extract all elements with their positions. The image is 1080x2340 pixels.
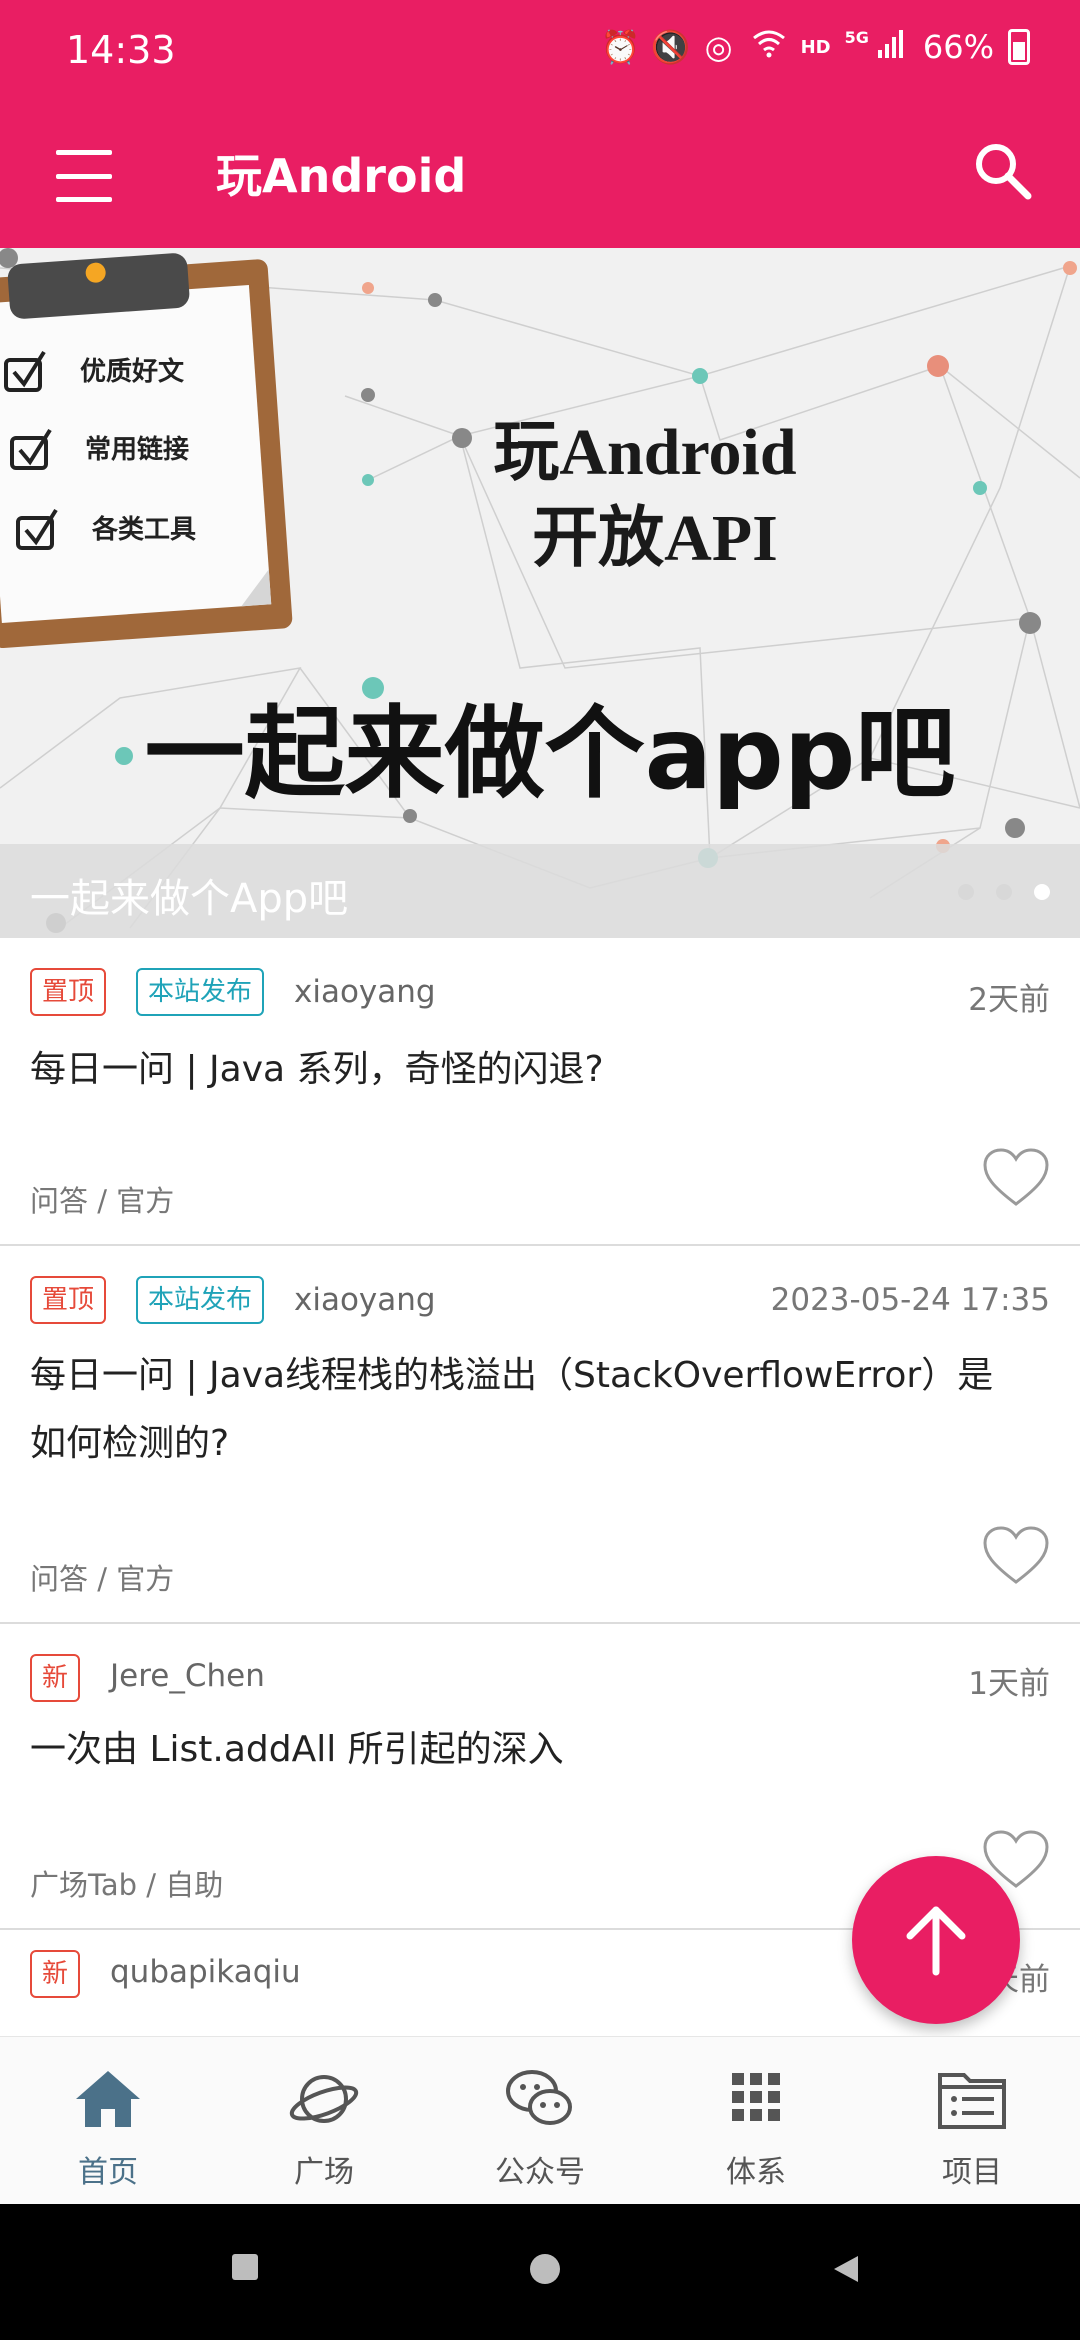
- article-category[interactable]: 问答 / 官方: [30, 1556, 174, 1598]
- folder-list-icon: [938, 2073, 1006, 2129]
- favorite-heart-icon[interactable]: [982, 1526, 1050, 1586]
- nav-label-home: 首页: [78, 2155, 138, 2190]
- alarm-icon: ⏰: [600, 28, 641, 66]
- bottom-navigation: 首页 广场 公众号 体系 项目: [0, 2036, 1080, 2204]
- nav-home[interactable]: 首页: [0, 2037, 216, 2204]
- banner-slogan: 一起来做个app吧: [145, 695, 956, 812]
- banner-image: 优质好文 常用链接 各类工具 玩Android 开放API 一起来做个app吧: [0, 248, 1080, 933]
- status-time: 14:33: [66, 28, 176, 72]
- article-title[interactable]: 每日一问 | Java线程栈的栈溢出（StackOverflowError）是如…: [30, 1342, 1010, 1478]
- search-icon[interactable]: [970, 138, 1034, 202]
- banner-dots: [958, 884, 1050, 900]
- nav-wechat[interactable]: 公众号: [432, 2037, 648, 2204]
- back-triangle-icon[interactable]: [832, 2254, 860, 2284]
- grid-icon: [732, 2073, 780, 2121]
- app-bar: 玩Android: [0, 104, 1080, 248]
- article-author[interactable]: qubapikaqiu: [110, 1954, 301, 1990]
- article-title[interactable]: 每日一问 | Java 系列，奇怪的闪退?: [30, 1036, 1010, 1104]
- nav-label-system: 体系: [726, 2155, 786, 2190]
- app-title: 玩Android: [216, 149, 467, 203]
- tag-site-published: 本站发布: [136, 968, 265, 1016]
- banner-dot-active[interactable]: [1034, 884, 1050, 900]
- status-icons: ⏰ 🔇 ◎ HD 5G 66%: [601, 28, 1030, 66]
- tag-top: 置顶: [30, 1276, 107, 1324]
- nav-project[interactable]: 项目: [864, 2037, 1080, 2204]
- nav-label-wechat: 公众号: [495, 2155, 585, 2190]
- article-card[interactable]: 置顶 本站发布 xiaoyang 2023-05-24 17:35 每日一问 |…: [0, 1246, 1080, 1624]
- nav-square[interactable]: 广场: [216, 2037, 432, 2204]
- banner-headline-line2: 开放API: [532, 502, 778, 575]
- hd-label: HD: [800, 36, 831, 58]
- checklist-item-3: 各类工具: [91, 514, 196, 544]
- article-title[interactable]: 一次由 List.addAll 所引起的深入: [30, 1716, 1010, 1784]
- tag-site-published: 本站发布: [136, 1276, 265, 1324]
- menu-icon[interactable]: [56, 146, 112, 206]
- article-date: 2天前: [968, 982, 1050, 1018]
- article-category[interactable]: 问答 / 官方: [30, 1178, 174, 1220]
- favorite-heart-icon[interactable]: [982, 1148, 1050, 1208]
- network-label: 5G: [844, 27, 869, 47]
- mute-icon: 🔇: [650, 28, 691, 66]
- nav-label-project: 项目: [942, 2155, 1002, 2190]
- checklist-item-1: 优质好文: [80, 356, 185, 386]
- checklist-item-2: 常用链接: [85, 434, 189, 464]
- home-icon: [76, 2071, 140, 2127]
- tag-new: 新: [30, 1950, 81, 1998]
- article-category[interactable]: 广场Tab / 自助: [30, 1862, 223, 1904]
- scroll-to-top-button[interactable]: [852, 1856, 1020, 2024]
- banner-headline-line1: 玩Android: [493, 416, 796, 489]
- article-author[interactable]: xiaoyang: [294, 1282, 436, 1318]
- article-author[interactable]: xiaoyang: [294, 974, 436, 1010]
- arrow-up-icon: [906, 1906, 966, 1976]
- article-author[interactable]: Jere_Chen: [110, 1658, 265, 1694]
- tag-top: 置顶: [30, 968, 107, 1016]
- banner-carousel[interactable]: 优质好文 常用链接 各类工具 玩Android 开放API 一起来做个app吧 …: [0, 248, 1080, 938]
- battery-icon: [1008, 29, 1030, 65]
- status-bar: 14:33 ⏰ 🔇 ◎ HD 5G 66%: [0, 0, 1080, 104]
- recent-apps-icon[interactable]: [232, 2254, 258, 2280]
- home-circle-icon[interactable]: [530, 2254, 560, 2284]
- signal-icon: [873, 28, 909, 66]
- article-card[interactable]: 置顶 本站发布 xiaoyang 2天前 每日一问 | Java 系列，奇怪的闪…: [0, 938, 1080, 1246]
- article-date: 2023-05-24 17:35: [770, 1282, 1050, 1318]
- hotspot-icon: ◎: [704, 28, 733, 66]
- nav-label-square: 广场: [294, 2155, 354, 2190]
- article-date: 1天前: [968, 1666, 1050, 1702]
- tag-new: 新: [30, 1654, 81, 1702]
- banner-caption: 一起来做个App吧: [30, 876, 349, 922]
- banner-dot[interactable]: [996, 884, 1012, 900]
- nav-system[interactable]: 体系: [648, 2037, 864, 2204]
- battery-percent: 66%: [922, 28, 994, 66]
- system-navigation-bar: [0, 2204, 1080, 2340]
- banner-caption-bar: 一起来做个App吧: [0, 844, 1080, 938]
- banner-dot[interactable]: [958, 884, 974, 900]
- planet-icon: [289, 2075, 359, 2123]
- wechat-icon: [506, 2070, 572, 2125]
- wifi-icon: [751, 28, 787, 66]
